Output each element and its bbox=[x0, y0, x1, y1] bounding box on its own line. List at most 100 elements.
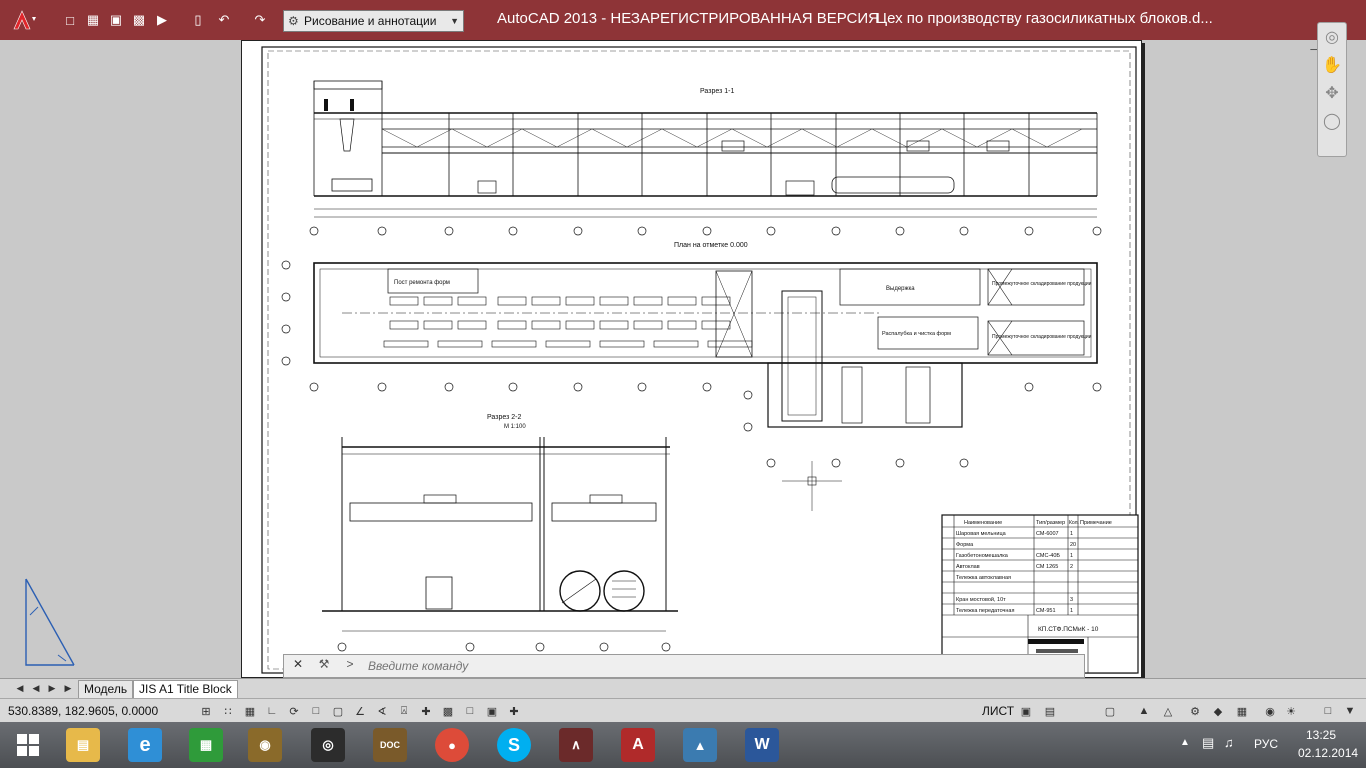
annotation-visibility-icon[interactable]: △ bbox=[1159, 702, 1177, 720]
file-title: Цех по производству газосиликатных блоко… bbox=[876, 10, 1213, 27]
taskbar-ie[interactable]: e bbox=[117, 724, 173, 766]
application-menu-button[interactable] bbox=[8, 10, 44, 30]
specification-table: Наименование Тип/размер Кол. Примечание … bbox=[941, 514, 1139, 674]
stamp-code: КП.СТФ.ПСМиК - 10 bbox=[1038, 626, 1099, 633]
tab-model[interactable]: Модель bbox=[78, 680, 134, 698]
lock-icon[interactable]: ◆ bbox=[1209, 702, 1227, 720]
prev-tab-icon[interactable]: ◀ bbox=[30, 682, 42, 695]
taskbar-photos[interactable]: ▲ bbox=[672, 724, 728, 766]
taskbar-store[interactable]: ▦ bbox=[178, 724, 234, 766]
clock-date[interactable]: 02.12.2014 bbox=[1298, 746, 1358, 760]
section-2-2-drawing: Разрез 2-2 М 1:100 bbox=[322, 414, 678, 652]
taskbar-audio[interactable]: ◎ bbox=[300, 724, 356, 766]
drawing-area[interactable]: ─ □ ✕ Разрез 1-1 bbox=[0, 40, 1366, 678]
dynamic-input-icon[interactable]: ⍓ bbox=[395, 702, 413, 720]
polar-tracking-icon[interactable]: ⟳ bbox=[285, 702, 303, 720]
command-prompt-icon[interactable]: > bbox=[340, 657, 360, 675]
language-indicator[interactable]: РУС bbox=[1254, 737, 1278, 751]
spec-cell-name: Шаровая мельница bbox=[956, 531, 1007, 537]
taskbar-autocad[interactable]: A bbox=[610, 724, 666, 766]
open-folder-icon[interactable]: ▦ bbox=[83, 10, 103, 30]
print-icon[interactable]: ▯ bbox=[188, 10, 208, 30]
taskbar-word[interactable]: W bbox=[734, 724, 790, 766]
annotation-monitor-icon[interactable]: ✚ bbox=[505, 702, 523, 720]
steering-wheel-icon[interactable]: ◎ bbox=[1318, 23, 1346, 51]
start-button[interactable] bbox=[0, 724, 56, 766]
undo-icon[interactable]: ↶ bbox=[214, 10, 234, 30]
drawing-canvas: Разрез 1-1 План на отметке 0.000 Пост ре… bbox=[261, 46, 1139, 674]
wrench-icon[interactable]: ⚒ bbox=[314, 657, 334, 675]
spec-cell-qty: 2 bbox=[1070, 564, 1073, 570]
sheet-label[interactable]: ЛИСТ bbox=[982, 704, 1014, 718]
lightbulb-icon[interactable]: ☀ bbox=[1282, 702, 1300, 720]
taskbar-explorer[interactable]: ▤ bbox=[55, 724, 111, 766]
ortho-mode-icon[interactable]: ∟ bbox=[263, 702, 281, 720]
object-snap-tracking-icon[interactable]: ∠ bbox=[351, 702, 369, 720]
inventor-icon: ∧ bbox=[559, 728, 593, 762]
media-player-icon: ◉ bbox=[248, 728, 282, 762]
maximize-viewport-icon[interactable]: ▢ bbox=[1101, 702, 1119, 720]
transparency-icon[interactable]: ▩ bbox=[439, 702, 457, 720]
first-tab-icon[interactable]: ◀ bbox=[14, 682, 26, 695]
autocad-logo-icon bbox=[13, 10, 36, 30]
orbit-icon[interactable]: ◯ bbox=[1318, 107, 1346, 135]
spec-cell-name: Автоклав bbox=[956, 564, 980, 570]
new-file-icon[interactable]: □ bbox=[60, 10, 80, 30]
snap-mode-icon[interactable]: ∷ bbox=[219, 702, 237, 720]
photo-viewer-icon: ▲ bbox=[683, 728, 717, 762]
grid-display-icon[interactable]: ▦ bbox=[241, 702, 259, 720]
windows-logo-icon bbox=[17, 734, 39, 756]
command-input[interactable] bbox=[368, 657, 1068, 675]
isolate-objects-icon[interactable]: ◉ bbox=[1261, 702, 1279, 720]
section-1-title: Разрез 1-1 bbox=[700, 88, 734, 95]
chevron-down-icon[interactable]: ▼ bbox=[1341, 702, 1359, 720]
spec-header-note: Примечание bbox=[1080, 520, 1112, 526]
room-storage-2-label: Промежуточное складирование продукции bbox=[992, 334, 1092, 340]
cursor-coordinates: 530.8389, 182.9605, 0.0000 bbox=[8, 704, 159, 718]
next-tab-icon[interactable]: ▶ bbox=[46, 682, 58, 695]
taskbar-djvu[interactable]: DOC bbox=[362, 724, 418, 766]
spec-cell-type: СМ 1265 bbox=[1036, 564, 1058, 570]
internet-explorer-icon: e bbox=[128, 728, 162, 762]
spec-cell-type: СМ-951 bbox=[1036, 608, 1056, 614]
clean-screen-icon[interactable]: □ bbox=[1319, 702, 1337, 720]
lineweight-icon[interactable]: ✚ bbox=[417, 702, 435, 720]
workspace-switching-icon[interactable]: ⚙ bbox=[1186, 702, 1204, 720]
close-icon[interactable]: ✕ bbox=[288, 657, 308, 675]
3d-object-snap-icon[interactable]: ▢ bbox=[329, 702, 347, 720]
taskbar-inventor[interactable]: ∧ bbox=[548, 724, 604, 766]
save-icon[interactable]: ▣ bbox=[106, 10, 126, 30]
volume-icon[interactable]: ♫ bbox=[1224, 735, 1234, 750]
tab-layout[interactable]: JIS A1 Title Block bbox=[133, 680, 238, 698]
zoom-icon[interactable]: ✥ bbox=[1318, 79, 1346, 107]
taskbar-skype[interactable]: S bbox=[486, 724, 542, 766]
spec-cell-name: Тележка передаточная bbox=[956, 608, 1014, 614]
hardware-acceleration-icon[interactable]: ▦ bbox=[1233, 702, 1251, 720]
quick-view-layouts-icon[interactable]: ▣ bbox=[1017, 702, 1035, 720]
clock-time[interactable]: 13:25 bbox=[1306, 728, 1336, 742]
dynamic-ucs-icon[interactable]: ∢ bbox=[373, 702, 391, 720]
spec-cell-qty: 3 bbox=[1070, 597, 1073, 603]
room-repair-label: Пост ремонта форм bbox=[394, 280, 450, 286]
annotation-scale-icon[interactable]: ▲ bbox=[1135, 702, 1153, 720]
last-tab-icon[interactable]: ▶ bbox=[62, 682, 74, 695]
selection-cycling-icon[interactable]: ▣ bbox=[483, 702, 501, 720]
word-icon: W bbox=[745, 728, 779, 762]
gear-icon: ⚙ bbox=[288, 14, 299, 28]
taskbar-media[interactable]: ◉ bbox=[237, 724, 293, 766]
workspace-label: Рисование и аннотации bbox=[304, 14, 437, 28]
network-icon[interactable]: ▤ bbox=[1202, 735, 1214, 751]
show-hidden-icons-icon[interactable]: ▲ bbox=[1180, 737, 1190, 748]
quick-view-drawings-icon[interactable]: ▤ bbox=[1041, 702, 1059, 720]
object-snap-icon[interactable]: □ bbox=[307, 702, 325, 720]
workspace-dropdown[interactable]: ⚙ Рисование и аннотации ▼ bbox=[283, 10, 464, 32]
spec-cell-qty: 1 bbox=[1070, 553, 1073, 559]
publish-icon[interactable]: ▶ bbox=[152, 10, 172, 30]
infer-constraints-icon[interactable]: ⊞ bbox=[197, 702, 215, 720]
pan-hand-icon[interactable]: ✋ bbox=[1318, 51, 1346, 79]
taskbar-chrome[interactable]: ● bbox=[424, 724, 480, 766]
redo-icon[interactable]: ↷ bbox=[250, 10, 270, 30]
save-as-icon[interactable]: ▩ bbox=[129, 10, 149, 30]
quick-properties-icon[interactable]: □ bbox=[461, 702, 479, 720]
store-icon: ▦ bbox=[189, 728, 223, 762]
